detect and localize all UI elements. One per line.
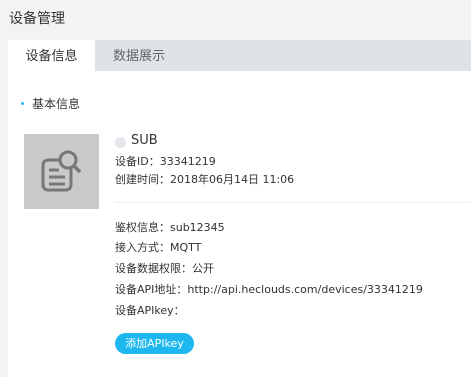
divider [115,202,471,203]
device-created-time: 创建时间：2018年06月14日 11:06 [115,173,295,186]
document-search-icon [41,150,82,192]
api-key: 设备APIkey： [115,304,185,317]
device-thumbnail [24,134,99,209]
device-name: SUB [131,133,158,148]
data-permission: 设备数据权限：公开 [115,262,214,275]
access-method: 接入方式：MQTT [115,241,202,254]
status-indicator [115,137,126,148]
device-id: 设备ID：33341219 [115,155,216,168]
api-address: 设备API地址：http://api.heclouds.com/devices/… [115,283,423,296]
section-title-label: 基本信息 [32,97,81,111]
device-info-panel: 基本信息 SUB 设备ID：33341219 创建时间：2018年06月14日 … [8,71,471,377]
page-title: 设备管理 [9,11,65,27]
tab-device-info[interactable]: 设备信息 [8,40,95,71]
add-apikey-button[interactable]: 添加APIkey [115,333,194,354]
auth-info: 鉴权信息：sub12345 [115,221,225,234]
tab-data-display[interactable]: 数据展示 [95,40,183,71]
section-title: 基本信息 [21,95,80,112]
tab-bar: 设备信息 数据展示 [8,40,471,71]
